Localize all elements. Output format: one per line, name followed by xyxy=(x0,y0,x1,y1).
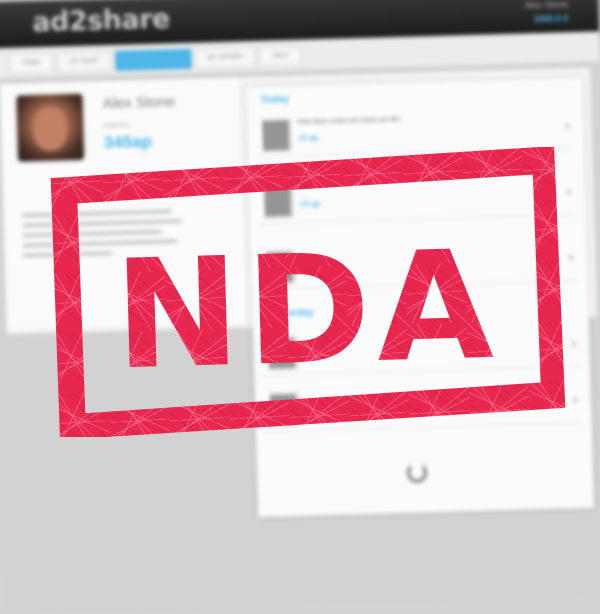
nda-stamp: NDA xyxy=(46,147,566,437)
avatar-face xyxy=(32,106,68,152)
app-logo: ad2share xyxy=(31,3,171,39)
tab-active[interactable] xyxy=(114,48,192,71)
tab-my-shop[interactable]: MY SHOP xyxy=(57,51,112,73)
nda-stamp-graphic: NDA xyxy=(50,147,566,437)
chevron-right-icon: › xyxy=(572,392,578,407)
profile-name: Alex Stone xyxy=(102,93,176,113)
tab-my-offers[interactable]: MY OFFERS xyxy=(194,46,257,69)
chevron-right-icon: › xyxy=(571,336,576,351)
header-user-name: Alex Stone xyxy=(524,0,569,11)
feed-item-points: +5 ap xyxy=(297,133,319,143)
points-label: POINTS xyxy=(103,122,130,131)
tab-help[interactable]: HELP xyxy=(259,45,302,67)
section-title-today: Today xyxy=(260,94,290,106)
tab-home[interactable]: HOME xyxy=(9,52,54,74)
chevron-right-icon: › xyxy=(568,250,574,265)
loading-spinner-icon xyxy=(406,462,428,483)
feed-item-title: Peter Black invited and shares ad offer xyxy=(297,116,401,126)
nav-tabs: HOME MY SHOP MY OFFERS HELP xyxy=(9,45,302,74)
stamp-text: NDA xyxy=(112,219,501,404)
chevron-right-icon: › xyxy=(567,184,572,199)
header-user-balance: 1000.0 € xyxy=(533,13,569,25)
chevron-right-icon: › xyxy=(565,118,570,133)
